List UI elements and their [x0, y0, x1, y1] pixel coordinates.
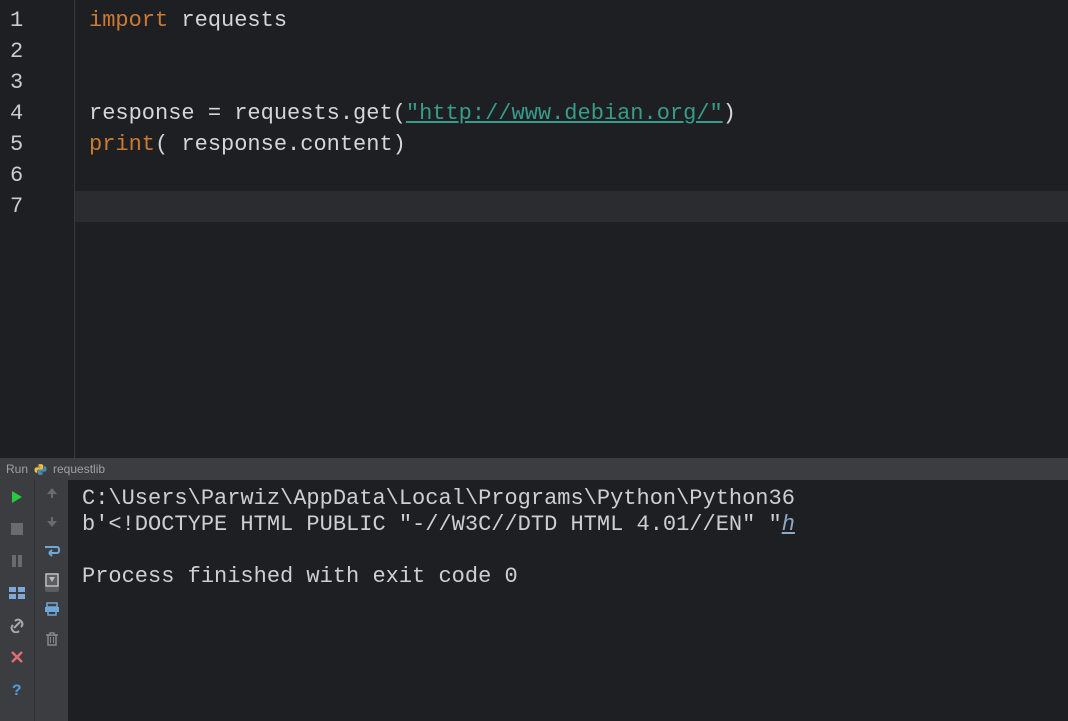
line-number: 1	[0, 5, 74, 36]
attach-button[interactable]	[6, 614, 28, 636]
code-text: (	[155, 132, 168, 157]
run-tool-window: ? C:\Users\Parwiz\AppData\Local\Programs…	[0, 480, 1068, 721]
clear-all-button[interactable]	[45, 631, 59, 652]
console-link[interactable]: h	[782, 512, 795, 537]
console-line: b'<!DOCTYPE HTML PUBLIC "-//W3C//DTD HTM…	[82, 512, 782, 537]
console-output[interactable]: C:\Users\Parwiz\AppData\Local\Programs\P…	[68, 480, 1068, 721]
down-stack-button[interactable]	[46, 515, 58, 534]
soft-wrap-button[interactable]	[44, 544, 60, 563]
run-toolbar-primary: ?	[0, 480, 34, 721]
line-number: 3	[0, 67, 74, 98]
code-text: response.content	[181, 132, 392, 157]
run-tool-window-header[interactable]: Run requestlib	[0, 458, 1068, 480]
python-icon	[34, 463, 47, 476]
scroll-to-end-button[interactable]	[45, 573, 59, 592]
run-header-label: Run	[6, 462, 28, 476]
run-config-name: requestlib	[53, 462, 105, 476]
code-editor[interactable]: 1 2 3 4 5 6 7 import requests response =…	[0, 0, 1068, 458]
rerun-button[interactable]	[6, 486, 28, 508]
code-text: )	[723, 101, 736, 126]
pause-button[interactable]	[6, 550, 28, 572]
run-toolbar-secondary	[34, 480, 68, 721]
line-number: 4	[0, 98, 74, 129]
code-line[interactable]	[89, 160, 1068, 191]
code-line[interactable]: response = requests.get("http://www.debi…	[89, 98, 1068, 129]
code-text: response	[89, 101, 208, 126]
code-text: =	[208, 101, 234, 126]
code-content[interactable]: import requests response = requests.get(…	[75, 0, 1068, 458]
code-text: )	[393, 132, 406, 157]
line-number-gutter: 1 2 3 4 5 6 7	[0, 0, 75, 458]
svg-text:?: ?	[12, 682, 22, 698]
console-line: Process finished with exit code 0	[82, 564, 518, 589]
string-literal: "http://www.debian.org/"	[406, 101, 723, 126]
code-text: requests	[168, 8, 287, 33]
stop-button[interactable]	[6, 518, 28, 540]
up-stack-button[interactable]	[46, 486, 58, 505]
console-line: C:\Users\Parwiz\AppData\Local\Programs\P…	[82, 486, 795, 511]
keyword-import: import	[89, 8, 168, 33]
print-button[interactable]	[44, 602, 60, 621]
code-line[interactable]	[89, 36, 1068, 67]
line-number: 2	[0, 36, 74, 67]
code-text: requests.get(	[234, 101, 406, 126]
code-line[interactable]	[89, 67, 1068, 98]
code-line[interactable]: print( response.content)	[89, 129, 1068, 160]
code-line[interactable]: import requests	[89, 5, 1068, 36]
code-line-current[interactable]	[75, 191, 1068, 222]
help-button[interactable]: ?	[6, 678, 28, 700]
close-button[interactable]	[6, 646, 28, 668]
dump-threads-button[interactable]	[6, 582, 28, 604]
line-number: 5	[0, 129, 74, 160]
builtin-function: print	[89, 132, 155, 157]
param-hint	[168, 132, 181, 157]
line-number: 7	[0, 191, 74, 222]
line-number: 6	[0, 160, 74, 191]
